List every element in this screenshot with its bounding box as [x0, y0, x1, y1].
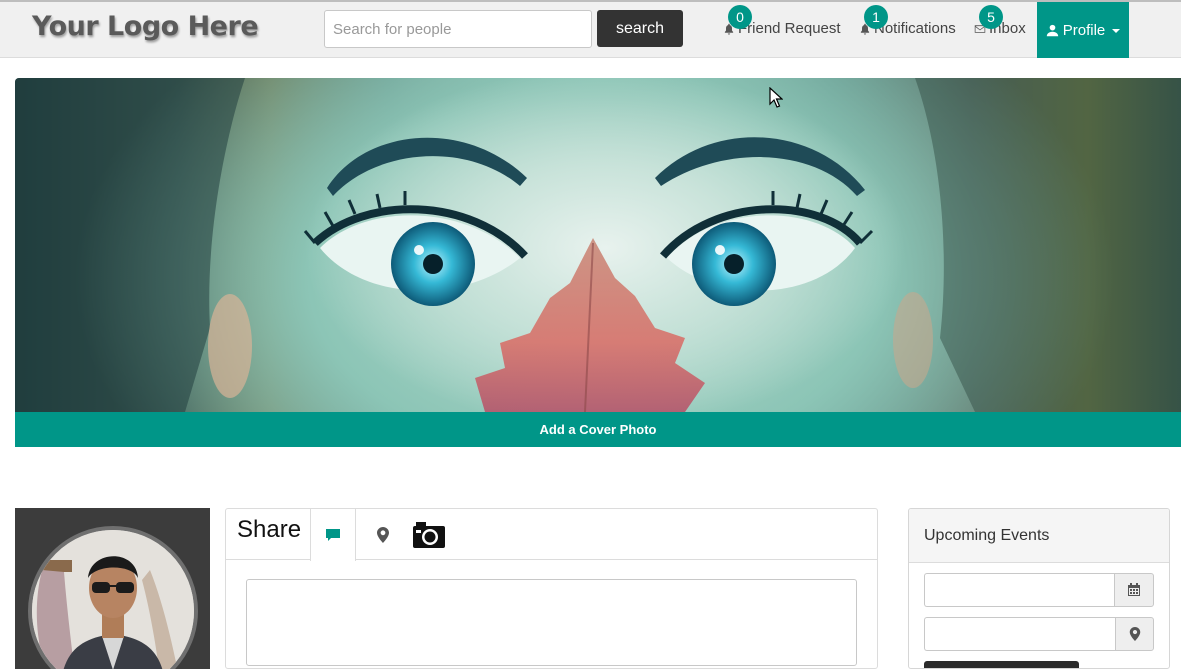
tab-location[interactable]: [360, 509, 406, 560]
profile-label: Profile: [1062, 21, 1106, 39]
camera-icon: [413, 521, 445, 548]
event-location-button[interactable]: [1115, 617, 1154, 651]
friend-request-label: Friend Request: [738, 20, 841, 37]
friend-request-badge: 0: [728, 5, 752, 29]
top-navbar: Your Logo Here search 0 Friend Request 1…: [0, 0, 1181, 58]
nav-friend-request[interactable]: 0 Friend Request: [723, 5, 841, 37]
tab-status[interactable]: [310, 509, 356, 561]
cover-face-illustration: [15, 78, 1181, 412]
share-title: Share: [237, 516, 302, 543]
event-location-input[interactable]: [924, 617, 1115, 651]
share-header: Share: [226, 509, 877, 561]
event-date-input[interactable]: [924, 573, 1114, 607]
share-textarea[interactable]: [246, 579, 857, 666]
share-panel: Share: [225, 508, 878, 669]
user-icon: [1046, 24, 1058, 36]
events-header: Upcoming Events: [909, 509, 1169, 563]
cover-photo: [15, 78, 1181, 412]
nav-inbox[interactable]: 5 Inbox: [974, 5, 1026, 37]
upcoming-events-panel: Upcoming Events: [908, 508, 1170, 669]
chevron-down-icon: [1112, 29, 1121, 33]
avatar-photo: [32, 530, 194, 669]
event-submit-button[interactable]: [924, 661, 1079, 668]
event-date-group: [924, 573, 1154, 607]
avatar[interactable]: [28, 526, 198, 669]
map-marker-icon: [377, 526, 389, 543]
events-title: Upcoming Events: [924, 527, 1050, 544]
profile-avatar-panel: [15, 508, 210, 669]
comment-icon: [326, 529, 340, 541]
profile-dropdown-button[interactable]: Profile: [1037, 2, 1129, 58]
search-button[interactable]: search: [597, 10, 683, 47]
search-input[interactable]: [324, 10, 592, 48]
mouse-cursor-icon: [769, 87, 783, 108]
tab-photo[interactable]: [408, 509, 450, 560]
site-logo[interactable]: Your Logo Here: [32, 11, 259, 42]
inbox-badge: 5: [979, 5, 1003, 29]
event-date-picker-button[interactable]: [1114, 573, 1154, 607]
event-location-group: [924, 617, 1154, 651]
map-marker-icon: [1129, 627, 1140, 641]
nav-notifications[interactable]: 1 Notifications: [859, 5, 956, 37]
calendar-icon: [1128, 583, 1140, 596]
notifications-badge: 1: [864, 5, 888, 29]
add-cover-photo-button[interactable]: Add a Cover Photo: [15, 412, 1181, 447]
